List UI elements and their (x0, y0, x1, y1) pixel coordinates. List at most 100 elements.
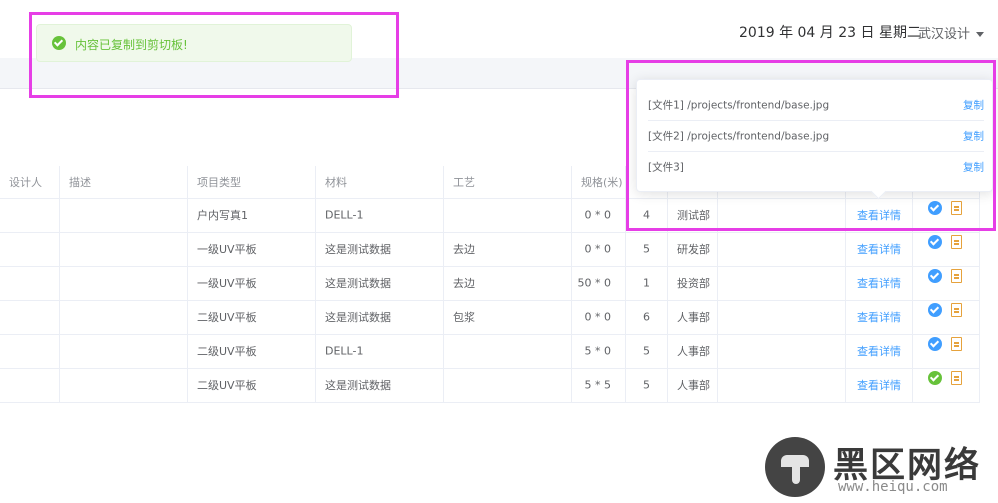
blank-cell (718, 266, 846, 300)
status-check-icon[interactable] (928, 303, 942, 317)
popover-file-row: [文件2] /projects/frontend/base.jpg 复制 (648, 121, 984, 152)
document-icon[interactable] (951, 235, 962, 249)
blank-cell (718, 368, 846, 402)
type-cell: 二级UV平板 (188, 300, 316, 334)
view-details-link[interactable]: 查看详情 (857, 275, 901, 291)
designer-cell (0, 266, 60, 300)
status-check-icon[interactable] (928, 201, 942, 215)
description-cell (60, 266, 188, 300)
description-cell (60, 368, 188, 402)
material-cell: 这是测试数据 (316, 300, 444, 334)
success-check-icon (52, 36, 66, 50)
material-cell: 这是测试数据 (316, 266, 444, 300)
status-check-icon[interactable] (928, 269, 942, 283)
view-details-link[interactable]: 查看详情 (857, 343, 901, 359)
blank-cell (718, 198, 846, 232)
process-cell: 去边 (444, 232, 572, 266)
department-cell: 人事部 (668, 368, 718, 402)
quantity-cell: 5 (626, 334, 668, 368)
type-cell: 一级UV平板 (188, 232, 316, 266)
table-row: 一级UV平板 这是测试数据 去边 0 * 0 5 研发部 查看详情 (0, 232, 980, 267)
document-icon[interactable] (951, 201, 962, 215)
type-cell: 二级UV平板 (188, 368, 316, 402)
view-details-link[interactable]: 查看详情 (857, 377, 901, 393)
spec-cell: 5 * 5 (572, 368, 626, 402)
material-cell: DELL-1 (316, 334, 444, 368)
process-cell: 包浆 (444, 300, 572, 334)
document-icon[interactable] (951, 371, 962, 385)
status-check-icon[interactable] (928, 337, 942, 351)
quantity-cell: 5 (626, 232, 668, 266)
department-cell: 测试部 (668, 198, 718, 232)
popover-file-row: [文件1] /projects/frontend/base.jpg 复制 (648, 90, 984, 121)
spec-cell: 0 * 0 (572, 198, 626, 232)
material-cell: DELL-1 (316, 198, 444, 232)
status-cell (913, 232, 980, 266)
popover-file-row: [文件3] 复制 (648, 152, 984, 182)
dropdown-caret-icon (976, 32, 985, 37)
material-cell: 这是测试数据 (316, 232, 444, 266)
description-cell (60, 334, 188, 368)
header-date: 2019 年 04 月 23 日 星期二 (739, 25, 921, 41)
blank-cell (718, 300, 846, 334)
document-icon[interactable] (951, 337, 962, 351)
designer-cell (0, 232, 60, 266)
copy-link[interactable]: 复制 (963, 160, 984, 175)
blank-cell (718, 334, 846, 368)
file-path: [文件1] /projects/frontend/base.jpg (648, 99, 830, 112)
description-cell (60, 198, 188, 232)
blank-cell (718, 232, 846, 266)
user-name: 武汉设计 (918, 27, 971, 42)
copy-link[interactable]: 复制 (963, 129, 984, 144)
status-check-icon[interactable] (928, 371, 942, 385)
action-cell: 查看详情 (846, 232, 913, 266)
process-cell (444, 334, 572, 368)
file-path: [文件2] /projects/frontend/base.jpg (648, 130, 830, 143)
view-details-link[interactable]: 查看详情 (857, 207, 901, 223)
action-cell: 查看详情 (846, 266, 913, 300)
designer-cell (0, 198, 60, 232)
process-cell (444, 198, 572, 232)
department-cell: 研发部 (668, 232, 718, 266)
copy-link[interactable]: 复制 (963, 98, 984, 113)
column-header: 描述 (60, 166, 188, 198)
file-popover: [文件1] /projects/frontend/base.jpg 复制 [文件… (636, 79, 993, 192)
toast-message: 内容已复制到剪切板! (75, 38, 188, 52)
status-cell (913, 334, 980, 368)
view-details-link[interactable]: 查看详情 (857, 309, 901, 325)
status-check-icon[interactable] (928, 235, 942, 249)
user-menu[interactable]: 武汉设计 (918, 23, 985, 42)
quantity-cell: 5 (626, 368, 668, 402)
table-row: 二级UV平板 这是测试数据 5 * 5 5 人事部 查看详情 (0, 368, 980, 403)
column-header: 材料 (316, 166, 444, 198)
designer-cell (0, 300, 60, 334)
status-cell (913, 300, 980, 334)
column-header: 设计人 (0, 166, 60, 198)
material-cell: 这是测试数据 (316, 368, 444, 402)
copy-success-toast: 内容已复制到剪切板! (36, 24, 352, 62)
column-header: 项目类型 (188, 166, 316, 198)
description-cell (60, 232, 188, 266)
watermark-url: www.heiqu.com (838, 479, 948, 495)
department-cell: 人事部 (668, 334, 718, 368)
action-cell: 查看详情 (846, 368, 913, 402)
process-cell (444, 368, 572, 402)
status-cell (913, 198, 980, 232)
type-cell: 一级UV平板 (188, 266, 316, 300)
quantity-cell: 4 (626, 198, 668, 232)
column-header: 规格(米) (572, 166, 626, 198)
action-cell: 查看详情 (846, 334, 913, 368)
department-cell: 投资部 (668, 266, 718, 300)
spec-cell: 0 * 0 (572, 232, 626, 266)
document-icon[interactable] (951, 269, 962, 283)
spec-cell: 50 * 0 (572, 266, 626, 300)
table-row: 二级UV平板 DELL-1 5 * 0 5 人事部 查看详情 (0, 334, 980, 369)
document-icon[interactable] (951, 303, 962, 317)
table-row: 一级UV平板 这是测试数据 去边 50 * 0 1 投资部 查看详情 (0, 266, 980, 301)
action-cell: 查看详情 (846, 198, 913, 232)
view-details-link[interactable]: 查看详情 (857, 241, 901, 257)
table-row: 二级UV平板 这是测试数据 包浆 0 * 0 6 人事部 查看详情 (0, 300, 980, 335)
column-header: 工艺 (444, 166, 572, 198)
quantity-cell: 1 (626, 266, 668, 300)
table-row: 户内写真1 DELL-1 0 * 0 4 测试部 查看详情 (0, 198, 980, 233)
